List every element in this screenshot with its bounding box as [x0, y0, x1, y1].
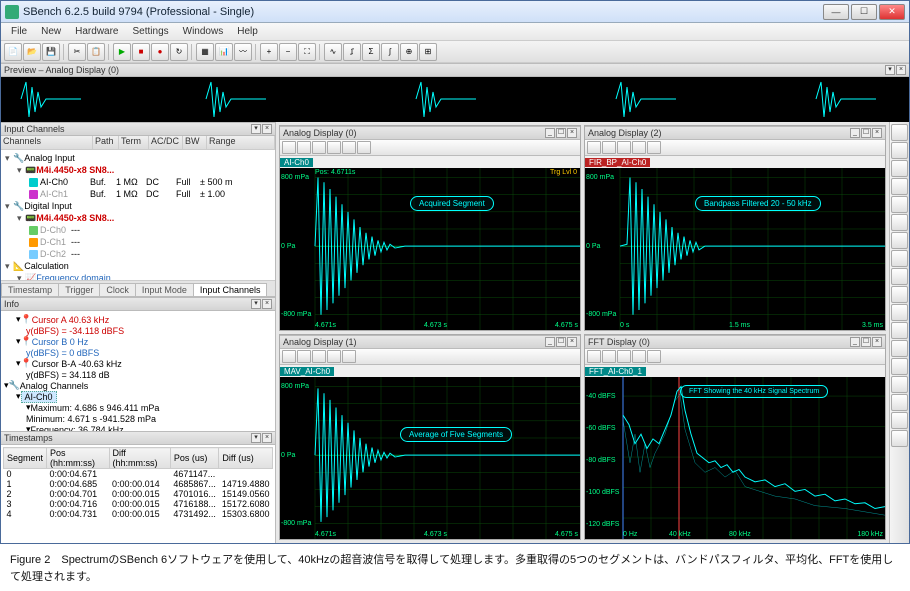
menu-windows[interactable]: Windows: [177, 26, 230, 37]
tb-zoom-fit-icon[interactable]: ⛶: [298, 43, 316, 61]
tb-calc-icon[interactable]: ∫: [381, 43, 399, 61]
panel-close-icon[interactable]: ×: [262, 124, 272, 134]
plot-2[interactable]: Bandpass Filtered 20 - 50 kHz 0 s 1.5 ms…: [585, 168, 885, 330]
tb-wave-icon[interactable]: 〰: [234, 43, 252, 61]
lower-tabs: Timestamp Trigger Clock Input Mode Input…: [1, 280, 275, 297]
tb-grid-icon[interactable]: ▦: [196, 43, 214, 61]
tb-tile-icon[interactable]: ⊞: [419, 43, 437, 61]
maximize-button[interactable]: ☐: [851, 4, 877, 20]
timestamps-title: Timestamps ▾×: [1, 431, 275, 445]
app-window: SBench 6.2.5 build 9794 (Professional - …: [0, 0, 910, 544]
tb-save-icon[interactable]: 💾: [42, 43, 60, 61]
tb-filter-icon[interactable]: ⎎: [343, 43, 361, 61]
right-toolbar: [889, 122, 909, 543]
tb-stop-icon[interactable]: ■: [132, 43, 150, 61]
table-row: 20:00:04.7010:00:00.0154701016...15149.0…: [4, 489, 273, 499]
preview-pin-icon[interactable]: ▾: [885, 65, 895, 75]
panel-pin-icon[interactable]: ▾: [251, 124, 261, 134]
callout-bandpass: Bandpass Filtered 20 - 50 kHz: [695, 196, 821, 211]
display-grid: Analog Display (0)_☐× AI-Ch0 Pos: 4.6711…: [276, 122, 889, 543]
tb-fft-icon[interactable]: ∿: [324, 43, 342, 61]
analog-display-2: Analog Display (2)_☐× FIR_BP_AI-Ch0 Band…: [584, 125, 886, 331]
tb-copy-icon[interactable]: 📋: [87, 43, 105, 61]
preview-panel-label: Preview – Analog Display (0): [4, 65, 119, 75]
main-toolbar: 📄 📂 💾 ✂ 📋 ▶ ■ ● ↻ ▦ 📊 〰 + − ⛶ ∿ ⎎ Σ ∫ ⊕ …: [1, 41, 909, 63]
fft-display-0: FFT Display (0)_☐× FFT_AI-Ch0_1 FF: [584, 334, 886, 540]
tb-record-icon[interactable]: ●: [151, 43, 169, 61]
callout-fft: FFT Showing the 40 kHz Signal Spectrum: [680, 385, 828, 398]
preview-close-icon[interactable]: ×: [896, 65, 906, 75]
menubar: File New Hardware Settings Windows Help: [1, 23, 909, 41]
menu-hardware[interactable]: Hardware: [69, 26, 124, 37]
tb-cut-icon[interactable]: ✂: [68, 43, 86, 61]
plot-1[interactable]: Average of Five Segments 4.671s 4.673 s …: [280, 377, 580, 539]
plot-fft[interactable]: FFT Showing the 40 kHz Signal Spectrum 0…: [585, 377, 885, 539]
tb-zoom-in-icon[interactable]: +: [260, 43, 278, 61]
tab-timestamp[interactable]: Timestamp: [1, 283, 59, 296]
menu-help[interactable]: Help: [231, 26, 264, 37]
preview-strip[interactable]: [1, 77, 909, 122]
analog-display-1: Analog Display (1)_☐× MAV_AI-Ch0 Average…: [279, 334, 581, 540]
tb-cursor-icon[interactable]: ⊕: [400, 43, 418, 61]
table-row: 40:00:04.7310:00:00.0154731492...15303.6…: [4, 509, 273, 519]
figure-caption: Figure 2 SpectrumのSBench 6ソフトウェアを使用して、40…: [0, 544, 910, 591]
tb-loop-icon[interactable]: ↻: [170, 43, 188, 61]
close-button[interactable]: ✕: [879, 4, 905, 20]
rtool-icon[interactable]: [891, 124, 908, 141]
table-row: 30:00:04.7160:00:00.0154716188...15172.6…: [4, 499, 273, 509]
timestamps-table: SegmentPos (hh:mm:ss)Diff (hh:mm:ss)Pos …: [1, 445, 275, 543]
callout-average: Average of Five Segments: [400, 427, 512, 442]
tb-play-icon[interactable]: ▶: [113, 43, 131, 61]
table-row: 10:00:04.6850:00:00.0144685867...14719.4…: [4, 479, 273, 489]
tab-clock[interactable]: Clock: [99, 283, 136, 296]
app-icon: [5, 5, 19, 19]
plot-0[interactable]: Pos: 4.6711s Trg Lvl 0 Acquired Segment …: [280, 168, 580, 330]
tb-open-icon[interactable]: 📂: [23, 43, 41, 61]
analog-display-0: Analog Display (0)_☐× AI-Ch0 Pos: 4.6711…: [279, 125, 581, 331]
menu-new[interactable]: New: [35, 26, 67, 37]
table-row: 00:00:04.6714671147...: [4, 469, 273, 480]
preview-panel-title: Preview – Analog Display (0) ▾×: [1, 63, 909, 77]
preview-pulse: [21, 82, 81, 117]
tab-input-channels[interactable]: Input Channels: [193, 283, 268, 296]
tab-input-mode[interactable]: Input Mode: [135, 283, 194, 296]
tb-stats-icon[interactable]: Σ: [362, 43, 380, 61]
tb-chart-icon[interactable]: 📊: [215, 43, 233, 61]
titlebar-title: SBench 6.2.5 build 9794 (Professional - …: [23, 6, 823, 18]
tb-zoom-out-icon[interactable]: −: [279, 43, 297, 61]
info-panel-title: Info ▾×: [1, 297, 275, 311]
menu-file[interactable]: File: [5, 26, 33, 37]
channels-header: Channels Path Term AC/DC BW Range: [1, 136, 275, 150]
callout-acquired: Acquired Segment: [410, 196, 494, 211]
input-channels-title: Input Channels ▾×: [1, 122, 275, 136]
channels-tree[interactable]: ▾🔧 Analog Input ▾📟 M4i.4450-x8 SN8... AI…: [1, 150, 275, 280]
menu-settings[interactable]: Settings: [127, 26, 175, 37]
left-sidebar: Input Channels ▾× Channels Path Term AC/…: [1, 122, 276, 543]
titlebar: SBench 6.2.5 build 9794 (Professional - …: [1, 1, 909, 23]
info-panel: ▾📍 Cursor A 40.63 kHz y(dBFS) = -34.118 …: [1, 311, 275, 431]
tab-trigger[interactable]: Trigger: [58, 283, 100, 296]
tb-new-icon[interactable]: 📄: [4, 43, 22, 61]
minimize-button[interactable]: —: [823, 4, 849, 20]
disp-tool-icon[interactable]: [282, 141, 296, 154]
